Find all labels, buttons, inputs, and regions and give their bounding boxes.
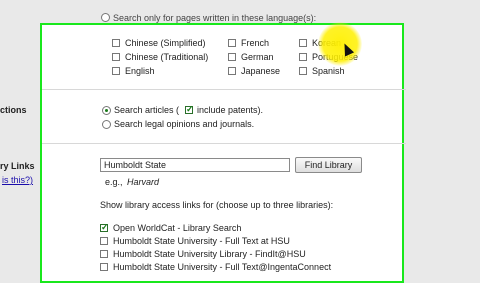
language-checkbox[interactable]: [228, 67, 236, 75]
library-label: Humboldt State University - Full Text@In…: [113, 262, 332, 272]
library-label: Open WorldCat - Library Search: [113, 223, 242, 233]
language-label: Spanish: [312, 66, 345, 76]
collections-side-label: ctions: [0, 105, 27, 115]
library-label: Humboldt State University - Full Text at…: [113, 236, 290, 246]
language-filter-radio[interactable]: [101, 13, 110, 22]
search-articles-radio[interactable]: [102, 106, 111, 115]
library-checkbox[interactable]: [100, 237, 108, 245]
divider: [42, 89, 406, 90]
library-search-input[interactable]: Humboldt State: [100, 158, 290, 172]
language-label: German: [241, 52, 274, 62]
language-filter-label: Search only for pages written in these l…: [113, 13, 317, 23]
language-checkbox[interactable]: [112, 53, 120, 61]
library-links-side-label: ry Links: [0, 161, 35, 171]
library-label: Humboldt State University Library - Find…: [113, 249, 306, 259]
language-label: Japanese: [241, 66, 281, 76]
what-is-this-link[interactable]: is this?): [2, 175, 33, 185]
library-checkbox[interactable]: [100, 250, 108, 258]
find-library-button[interactable]: Find Library: [295, 157, 362, 173]
legal-opinions-radio[interactable]: [102, 120, 111, 129]
language-checkbox[interactable]: [299, 53, 307, 61]
include-patents-label: include patents).: [197, 105, 264, 115]
example-value: Harvard: [127, 177, 160, 187]
legal-opinions-label: Search legal opinions and journals.: [114, 119, 255, 129]
library-checkbox[interactable]: [100, 222, 109, 233]
library-instruction: Show library access links for (choose up…: [100, 200, 334, 210]
language-checkbox[interactable]: [112, 67, 120, 75]
divider: [42, 143, 406, 144]
language-checkbox[interactable]: [228, 39, 236, 47]
language-label: English: [125, 66, 155, 76]
language-checkbox[interactable]: [112, 39, 120, 47]
search-articles-label: Search articles (: [114, 105, 180, 115]
language-label: Chinese (Traditional): [125, 52, 209, 62]
cursor-highlight: [318, 22, 362, 66]
include-patents-checkbox[interactable]: [185, 104, 194, 115]
language-label: French: [241, 38, 270, 48]
example-prefix: e.g.,: [105, 177, 123, 187]
language-label: Chinese (Simplified): [125, 38, 206, 48]
language-checkbox[interactable]: [299, 67, 307, 75]
language-checkbox[interactable]: [228, 53, 236, 61]
language-checkbox[interactable]: [299, 39, 307, 47]
